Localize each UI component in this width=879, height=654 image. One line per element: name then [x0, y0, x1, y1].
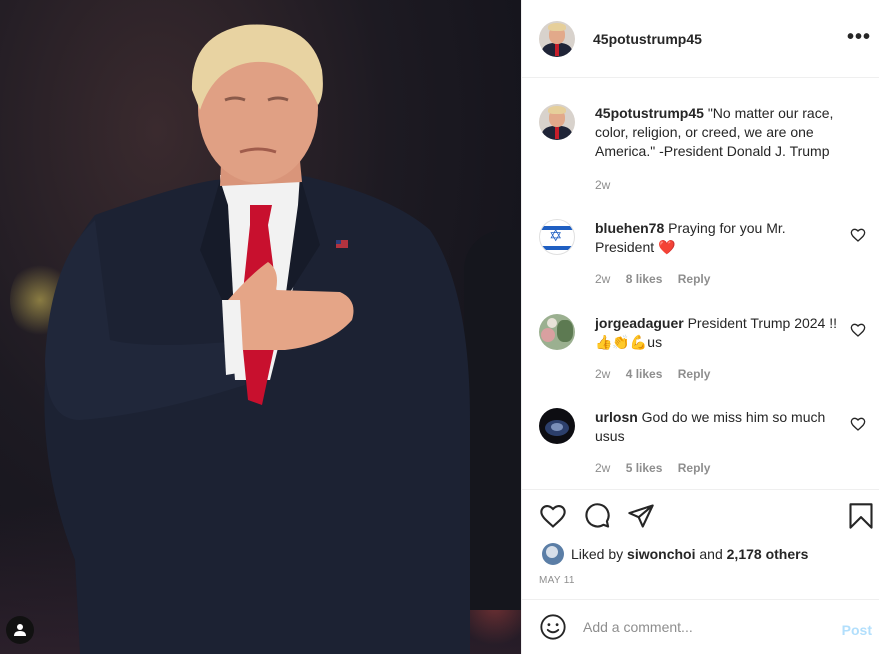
heart-icon[interactable]: [539, 502, 567, 530]
comment-item: urlosn God do we miss him so much usus 2…: [539, 408, 869, 488]
comment-username[interactable]: bluehen78: [595, 220, 664, 236]
reply-button[interactable]: Reply: [678, 367, 711, 381]
comment-text-block: urlosn God do we miss him so much usus: [595, 408, 845, 446]
post-button[interactable]: Post: [842, 622, 872, 638]
comment-like-heart-icon[interactable]: [850, 227, 866, 243]
man-with-hand-on-heart-image: [44, 24, 470, 654]
comment-like-heart-icon[interactable]: [850, 416, 866, 432]
author-avatar[interactable]: [539, 20, 575, 57]
commenter-avatar[interactable]: [539, 314, 575, 350]
red-heart-emoji: ❤️: [658, 239, 676, 255]
post-date[interactable]: MAY 11: [539, 575, 575, 586]
caption: 45potustrump45 "No matter our race, colo…: [539, 104, 869, 194]
comment-text-block: bluehen78 Praying for you Mr. President …: [595, 219, 845, 257]
comment-meta: 2w 5 likes Reply: [595, 461, 722, 475]
comment-meta: 2w 8 likes Reply: [595, 272, 722, 286]
liked-by-count[interactable]: 2,178 others: [727, 546, 809, 562]
liker-avatar[interactable]: [542, 543, 564, 565]
reply-button[interactable]: Reply: [678, 272, 711, 286]
comment-time[interactable]: 2w: [595, 272, 610, 286]
comment-like-heart-icon[interactable]: [850, 322, 866, 338]
commenter-avatar[interactable]: [539, 408, 575, 444]
commenter-avatar[interactable]: ✡: [539, 219, 575, 255]
reply-button[interactable]: Reply: [678, 461, 711, 475]
liked-by-and: and: [699, 546, 723, 562]
person-icon: [14, 624, 26, 636]
caption-time[interactable]: 2w: [595, 178, 610, 192]
liked-by-user[interactable]: siwonchoi: [627, 546, 695, 562]
comment-item: ✡ bluehen78 Praying for you Mr. Presiden…: [539, 219, 869, 299]
post-photo[interactable]: [0, 0, 521, 654]
bookmark-icon[interactable]: [847, 502, 875, 530]
tagged-user-icon[interactable]: [6, 616, 34, 644]
caption-avatar[interactable]: [539, 104, 575, 140]
comment-username[interactable]: urlosn: [595, 409, 638, 425]
comment-time[interactable]: 2w: [595, 367, 610, 381]
comment-likes[interactable]: 8 likes: [626, 272, 663, 286]
author-username[interactable]: 45potustrump45: [593, 31, 702, 47]
comment-time[interactable]: 2w: [595, 461, 610, 475]
share-icon[interactable]: [627, 502, 655, 530]
caption-username[interactable]: 45potustrump45: [595, 105, 704, 121]
comments-list: 45potustrump45 "No matter our race, colo…: [522, 79, 879, 489]
comment-likes[interactable]: 5 likes: [626, 461, 663, 475]
more-horizontal-icon[interactable]: •••: [847, 27, 871, 47]
comment-input[interactable]: [583, 619, 823, 635]
comment-username[interactable]: jorgeadaguer: [595, 315, 684, 331]
comment-text-block: jorgeadaguer President Trump 2024 !! 👍👏💪…: [595, 314, 845, 352]
comment-icon[interactable]: [583, 502, 611, 530]
smiley-icon[interactable]: [539, 613, 567, 641]
liked-by-summary: Liked by siwonchoi and 2,178 others: [542, 543, 808, 565]
caption-text-block: 45potustrump45 "No matter our race, colo…: [595, 104, 845, 161]
post-header: 45potustrump45 •••: [522, 0, 879, 78]
caption-meta: 2w: [595, 178, 622, 192]
comment-meta: 2w 4 likes Reply: [595, 367, 722, 381]
post-actions: Liked by siwonchoi and 2,178 others MAY …: [522, 489, 879, 599]
liked-by-prefix: Liked by: [571, 546, 624, 562]
comment-likes[interactable]: 4 likes: [626, 367, 663, 381]
add-comment-bar: Post: [522, 599, 879, 654]
comment-item: jorgeadaguer President Trump 2024 !! 👍👏💪…: [539, 314, 869, 394]
post-detail-panel: 45potustrump45 ••• 45potustrump45 "No ma…: [521, 0, 879, 654]
